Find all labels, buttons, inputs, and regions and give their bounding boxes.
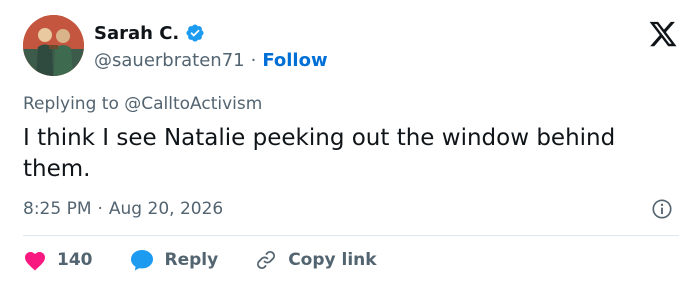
tweet-date[interactable]: Aug 20, 2026 — [109, 199, 223, 219]
info-icon[interactable] — [651, 198, 673, 220]
replying-to: Replying to @CalltoActivism — [23, 94, 262, 116]
author-name-row: Sarah C. — [94, 20, 205, 46]
reply-button[interactable]: Reply — [129, 248, 219, 272]
tweet-time[interactable]: 8:25 PM — [23, 199, 92, 219]
replying-to-mention[interactable]: @CalltoActivism — [124, 94, 262, 114]
author-handle-row: @sauerbraten71 · Follow — [94, 49, 328, 71]
author-name[interactable]: Sarah C. — [94, 23, 179, 44]
like-count: 140 — [57, 250, 93, 270]
handle-separator: · — [250, 49, 257, 71]
copy-link-button[interactable]: Copy link — [254, 248, 377, 272]
avatar-image — [23, 15, 84, 76]
divider — [23, 235, 679, 236]
verified-badge-icon — [185, 23, 205, 43]
x-logo-icon[interactable] — [648, 19, 678, 49]
follow-button[interactable]: Follow — [262, 50, 327, 71]
reply-bubble-icon — [129, 248, 155, 272]
heart-icon — [23, 249, 47, 271]
copy-link-label: Copy link — [288, 250, 377, 270]
like-button[interactable]: 140 — [23, 249, 93, 271]
link-icon — [254, 248, 278, 272]
tweet-text: I think I see Natalie peeking out the wi… — [23, 125, 616, 182]
action-bar: 140 Reply Copy link — [23, 247, 413, 273]
replying-to-prefix: Replying to — [23, 94, 119, 114]
reply-label: Reply — [164, 250, 219, 270]
avatar[interactable] — [23, 15, 84, 76]
timestamp-separator: · — [97, 199, 103, 219]
tweet-timestamp[interactable]: 8:25 PM · Aug 20, 2026 — [23, 197, 223, 221]
author-handle[interactable]: @sauerbraten71 — [94, 50, 245, 71]
